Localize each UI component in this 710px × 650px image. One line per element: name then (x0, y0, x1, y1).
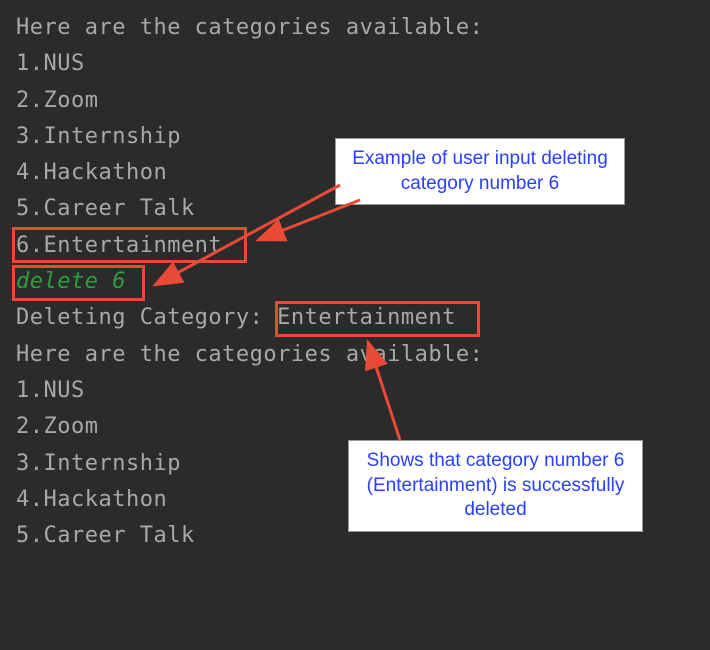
annotation-callout-input: Example of user input deleting category … (335, 138, 625, 205)
list-item: 1.NUS (16, 373, 694, 409)
list-item: 1.NUS (16, 46, 694, 82)
highlight-box-deleted-name (275, 301, 480, 337)
highlight-box-command (12, 265, 145, 301)
highlight-box-category-6 (12, 227, 247, 263)
annotation-callout-result: Shows that category number 6 (Entertainm… (348, 440, 643, 532)
categories-header: Here are the categories available: (16, 10, 694, 46)
categories-header: Here are the categories available: (16, 337, 694, 373)
list-item: 2.Zoom (16, 83, 694, 119)
callout-text: Example of user input deleting category … (352, 148, 608, 194)
callout-text: Shows that category number 6 (Entertainm… (367, 450, 625, 520)
deleting-prefix: Deleting Category: (16, 305, 277, 330)
